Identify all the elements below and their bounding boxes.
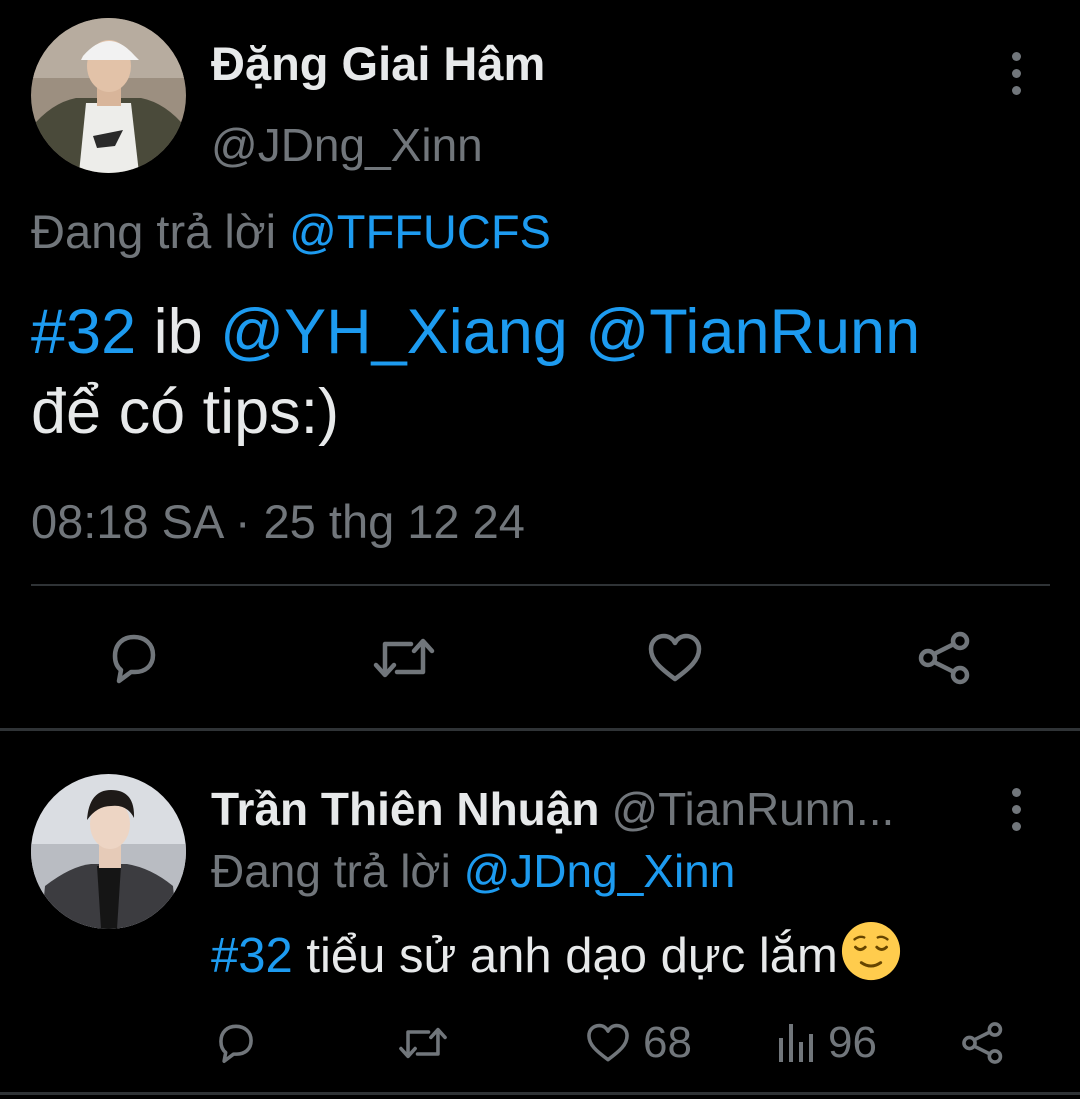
avatar[interactable] bbox=[31, 18, 186, 173]
tweet-text: #32 tiểu sử anh dạo dực lắm bbox=[211, 920, 902, 984]
like-icon bbox=[587, 1023, 629, 1062]
retweet-icon bbox=[373, 638, 435, 678]
views-icon bbox=[779, 1024, 813, 1062]
share-icon bbox=[962, 1022, 1003, 1064]
replying-prefix: Đang trả lời bbox=[31, 205, 277, 258]
display-name[interactable]: Đặng Giai Hâm bbox=[211, 36, 545, 91]
like-button[interactable]: 68 bbox=[585, 1018, 692, 1068]
avatar-photo bbox=[31, 774, 186, 929]
replying-to-line: Đang trả lời @JDng_Xinn bbox=[211, 844, 735, 898]
main-tweet: Đặng Giai Hâm @JDng_Xinn Đang trả lời @T… bbox=[0, 0, 1080, 728]
like-button[interactable] bbox=[646, 630, 704, 686]
avatar-photo bbox=[31, 18, 186, 173]
kebab-dot bbox=[1011, 788, 1021, 797]
like-count: 68 bbox=[643, 1018, 692, 1067]
divider bbox=[0, 1092, 1080, 1095]
divider bbox=[31, 584, 1050, 586]
tweet-text: #32 ib @YH_Xiang @TianRunn để có tips:) bbox=[31, 292, 1031, 452]
replying-to-mention[interactable]: @TFFUCFS bbox=[289, 205, 551, 258]
tweet-text-space bbox=[568, 297, 586, 367]
reply-button[interactable] bbox=[105, 630, 163, 686]
reply-icon bbox=[112, 634, 156, 684]
share-icon bbox=[918, 631, 970, 685]
reply-icon bbox=[219, 1024, 253, 1064]
reply-button[interactable] bbox=[213, 1020, 259, 1066]
relieved-face-emoji bbox=[841, 921, 900, 981]
mention-link[interactable]: @TianRunn bbox=[585, 297, 920, 367]
retweet-icon bbox=[399, 1027, 447, 1059]
more-options-icon[interactable] bbox=[1006, 52, 1026, 95]
replying-to-mention[interactable]: @JDng_Xinn bbox=[464, 845, 736, 897]
section-divider bbox=[0, 728, 1080, 731]
share-button[interactable] bbox=[916, 630, 974, 686]
user-handle[interactable]: @JDng_Xinn bbox=[211, 118, 483, 172]
user-handle[interactable]: @TianRunn... bbox=[611, 783, 894, 835]
like-icon bbox=[648, 633, 702, 682]
tweet-thread-screen: Đặng Giai Hâm @JDng_Xinn Đang trả lời @T… bbox=[0, 0, 1080, 1099]
kebab-dot bbox=[1011, 69, 1021, 78]
tweet-text-part: ib bbox=[136, 297, 221, 367]
tweet-text-part: tiểu sử anh dạo dực lắm bbox=[292, 929, 838, 983]
share-button[interactable] bbox=[960, 1020, 1006, 1066]
more-options-icon[interactable] bbox=[1006, 788, 1026, 831]
reply-header: Trần Thiên Nhuận @TianRunn... bbox=[211, 782, 894, 836]
kebab-dot bbox=[1011, 805, 1021, 814]
mention-link[interactable]: @YH_Xiang bbox=[220, 297, 568, 367]
views-button[interactable]: 96 bbox=[776, 1018, 877, 1068]
kebab-dot bbox=[1011, 86, 1021, 95]
replying-to-line: Đang trả lời @TFFUCFS bbox=[31, 204, 551, 259]
retweet-button[interactable] bbox=[371, 630, 437, 686]
hashtag-link[interactable]: #32 bbox=[31, 297, 136, 367]
tweet-text-part: để có tips:) bbox=[31, 377, 340, 447]
replying-prefix: Đang trả lời bbox=[211, 845, 451, 897]
tweet-timestamp[interactable]: 08:18 SA · 25 thg 12 24 bbox=[31, 494, 525, 549]
view-count: 96 bbox=[828, 1018, 877, 1067]
kebab-dot bbox=[1011, 822, 1021, 831]
retweet-button[interactable] bbox=[397, 1020, 449, 1066]
kebab-dot bbox=[1011, 52, 1021, 61]
hashtag-link[interactable]: #32 bbox=[211, 929, 293, 983]
display-name[interactable]: Trần Thiên Nhuận bbox=[211, 783, 599, 835]
avatar[interactable] bbox=[31, 774, 186, 929]
